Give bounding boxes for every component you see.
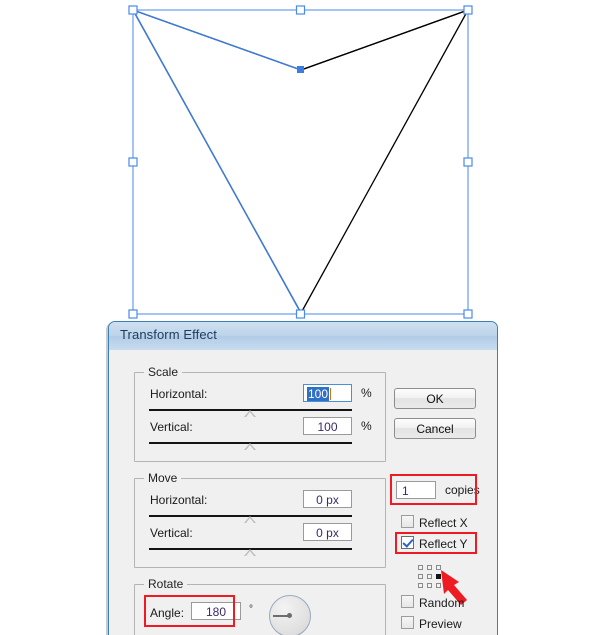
screenshot-root: Transform Effect Scale Horizontal: 100 %… [0,0,600,635]
random-checkbox[interactable] [401,595,414,608]
anchor-cell-bottom-center[interactable] [427,583,432,588]
dialog-title: Transform Effect [120,327,217,342]
anchor-cell-center[interactable] [427,574,432,579]
reflect-y-highlight-annotation [395,532,477,554]
reflect-x-row[interactable]: Reflect X [401,515,468,530]
cancel-button[interactable]: Cancel [394,418,476,439]
artwork-svg [128,5,473,319]
scale-vertical-slider-thumb[interactable] [244,443,256,450]
move-horizontal-label: Horizontal: [150,493,208,507]
dialog-body: Scale Horizontal: 100 % Vertical: 100 % … [109,350,497,635]
scale-horizontal-unit: % [361,386,372,400]
reflect-x-label: Reflect X [419,516,468,530]
dialog-titlebar[interactable]: Transform Effect [109,322,497,351]
angle-highlight-annotation [144,595,235,627]
preview-label: Preview [419,617,462,631]
artwork-selected-path-overlay [132,9,302,314]
move-vertical-slider-thumb[interactable] [244,549,256,556]
move-group: Move Horizontal: 0 px Vertical: 0 px [134,471,386,568]
anchor-point [297,66,304,73]
scale-group: Scale Horizontal: 100 % Vertical: 100 % [134,365,386,462]
scale-group-title: Scale [144,365,183,379]
anchor-cell-top-center[interactable] [427,565,432,570]
scale-horizontal-input[interactable]: 100 [303,384,352,402]
rotate-angle-dial[interactable] [269,595,311,635]
scale-vertical-label: Vertical: [150,420,193,434]
scale-vertical-input[interactable]: 100 [303,417,352,435]
move-vertical-input[interactable]: 0 px [303,523,352,541]
random-label: Random [419,596,465,610]
move-vertical-label: Vertical: [150,526,193,540]
scale-horizontal-label: Horizontal: [150,387,208,401]
selection-bounding-box [132,9,469,315]
reflect-x-checkbox[interactable] [401,515,414,528]
anchor-cell-top-left[interactable] [418,565,423,570]
preview-row[interactable]: Preview [401,616,462,631]
rotate-angle-unit: ° [249,604,253,615]
copies-highlight-annotation [390,474,477,505]
move-group-title: Move [144,471,182,485]
anchor-cell-middle-left[interactable] [418,574,423,579]
scale-horizontal-value: 100 [307,387,330,401]
move-horizontal-input[interactable]: 0 px [303,490,352,508]
anchor-cell-bottom-left[interactable] [418,583,423,588]
selection-handles [128,5,473,319]
transform-effect-dialog: Transform Effect Scale Horizontal: 100 %… [108,321,498,635]
move-horizontal-slider-thumb[interactable] [244,516,256,523]
ok-button[interactable]: OK [394,388,476,409]
dial-center-point [287,613,292,618]
illustrator-canvas[interactable] [0,0,600,320]
rotate-group-title: Rotate [144,577,188,591]
scale-vertical-unit: % [361,419,372,433]
scale-horizontal-slider-thumb[interactable] [244,410,256,417]
random-row[interactable]: Random [401,595,464,610]
preview-checkbox[interactable] [401,616,414,629]
artwork-original-path [132,9,469,314]
